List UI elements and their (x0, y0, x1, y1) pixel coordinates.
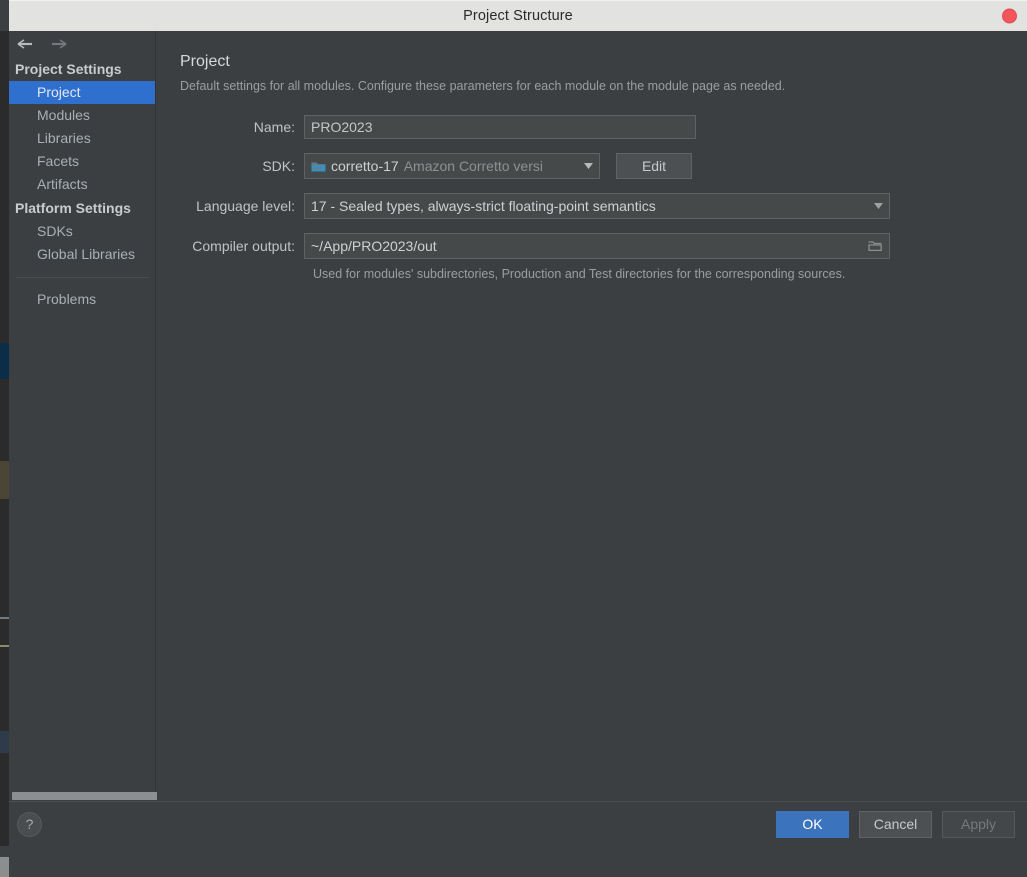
sdk-row: SDK: corretto-17 Amazon Corretto versi E… (180, 153, 1027, 179)
sdk-combobox[interactable]: corretto-17 Amazon Corretto versi (304, 153, 600, 179)
compiler-output-label: Compiler output: (192, 238, 295, 254)
page-title: Project (180, 53, 230, 70)
page-description: Default settings for all modules. Config… (180, 79, 786, 93)
sidebar-item-project[interactable]: Project (9, 81, 155, 104)
sdk-label: SDK: (262, 158, 295, 174)
window-titlebar: Project Structure (9, 0, 1027, 31)
sidebar-item-sdks[interactable]: SDKs (9, 220, 155, 243)
language-level-row: Language level: 17 - Sealed types, alway… (180, 193, 1027, 219)
background-window-sliver (0, 31, 9, 877)
folder-browse-icon[interactable] (865, 240, 885, 252)
window-title: Project Structure (463, 8, 573, 24)
apply-button: Apply (942, 810, 1015, 838)
name-label: Name: (253, 119, 295, 135)
sdk-value: corretto-17 (331, 158, 399, 174)
compiler-output-field[interactable]: ~/App/PRO2023/out (304, 233, 890, 259)
edit-sdk-button[interactable]: Edit (616, 153, 692, 179)
ok-button[interactable]: OK (776, 810, 849, 838)
sidebar-item-facets[interactable]: Facets (9, 150, 155, 173)
bg-segment-line-1 (0, 617, 9, 619)
name-row: Name: (180, 115, 1027, 139)
sdk-detail: Amazon Corretto versi (403, 158, 543, 174)
bg-segment-olive (0, 461, 9, 499)
close-icon[interactable] (1002, 8, 1017, 24)
compiler-output-value: ~/App/PRO2023/out (311, 238, 437, 254)
navigation-arrows (9, 31, 155, 57)
sdk-folder-icon (311, 160, 326, 173)
dialog-button-bar: ? OK Cancel Apply (9, 801, 1027, 846)
sidebar-item-libraries[interactable]: Libraries (9, 127, 155, 150)
sidebar-section-project-settings: Project Settings (15, 61, 122, 77)
bg-segment-grey (0, 857, 9, 877)
compiler-output-row: Compiler output: ~/App/PRO2023/out (180, 233, 1027, 259)
arrow-left-icon[interactable] (15, 35, 35, 53)
project-structure-dialog: Project Settings Project Modules Librari… (9, 31, 1027, 846)
bg-segment-line-2 (0, 645, 9, 647)
bg-segment-box (0, 731, 9, 753)
sidebar-item-problems[interactable]: Problems (9, 288, 155, 311)
cancel-button[interactable]: Cancel (859, 810, 932, 838)
language-level-value: 17 - Sealed types, always-strict floatin… (311, 198, 656, 214)
name-input[interactable] (304, 115, 696, 139)
bg-segment-blue (0, 343, 9, 379)
sidebar-item-artifacts[interactable]: Artifacts (9, 173, 155, 196)
question-mark-icon[interactable]: ? (17, 811, 42, 837)
sidebar-section-platform-settings: Platform Settings (15, 200, 131, 216)
sidebar-horizontal-scrollbar[interactable] (9, 791, 160, 801)
chevron-down-icon[interactable] (871, 203, 885, 209)
sidebar-item-global-libraries[interactable]: Global Libraries (9, 243, 155, 266)
compiler-output-hint: Used for modules' subdirectories, Produc… (313, 267, 846, 281)
sidebar: Project Settings Project Modules Librari… (9, 31, 160, 801)
arrow-right-icon[interactable] (49, 35, 69, 53)
content-panel: Project Default settings for all modules… (157, 31, 1027, 801)
language-level-label: Language level: (196, 198, 295, 214)
chevron-down-icon[interactable] (581, 163, 595, 169)
sidebar-divider (15, 277, 149, 278)
sidebar-item-modules[interactable]: Modules (9, 104, 155, 127)
scrollbar-thumb[interactable] (12, 792, 160, 800)
language-level-combobox[interactable]: 17 - Sealed types, always-strict floatin… (304, 193, 890, 219)
